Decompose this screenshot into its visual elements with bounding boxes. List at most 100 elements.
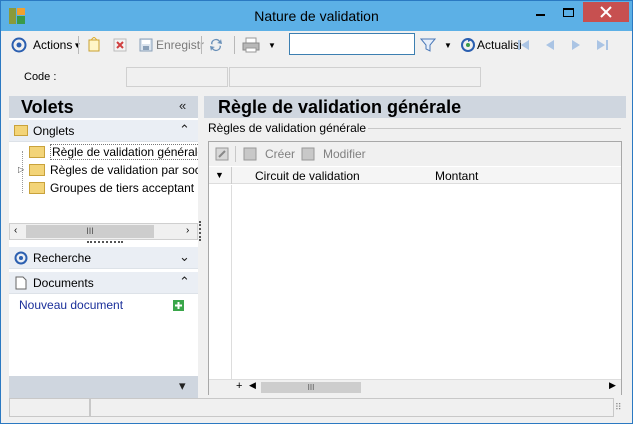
resize-grip-icon[interactable]: ⠿ xyxy=(615,402,622,413)
scroll-left-icon[interactable]: ‹ xyxy=(14,225,17,236)
create-icon xyxy=(243,147,257,161)
code-field[interactable] xyxy=(126,67,228,87)
column-header-montant[interactable]: Montant xyxy=(435,169,478,183)
column-header-circuit[interactable]: Circuit de validation xyxy=(255,169,360,183)
filter-dropdown-button[interactable]: ▼ xyxy=(444,35,452,55)
add-row-icon[interactable]: + xyxy=(236,380,242,392)
main-header: Règle de validation générale xyxy=(204,96,626,118)
actions-button[interactable]: Actions ▼ xyxy=(11,35,81,55)
documents-label: Documents xyxy=(33,276,94,290)
code-bar: Code : xyxy=(2,61,631,91)
recherche-label: Recherche xyxy=(33,251,92,265)
status-bar: ⠿ xyxy=(9,398,626,418)
tree-item-label: Règles de validation par soc xyxy=(50,162,198,177)
panel-splitter[interactable] xyxy=(199,221,203,241)
status-cell xyxy=(9,398,90,417)
close-icon xyxy=(600,6,612,18)
collapse-left-icon[interactable]: « xyxy=(179,98,186,113)
maximize-button[interactable] xyxy=(555,2,581,22)
code-description-field[interactable] xyxy=(229,67,481,87)
new-button[interactable] xyxy=(86,35,102,55)
toolbar-separator xyxy=(78,36,79,54)
chevron-down-double-icon[interactable]: ⌄ xyxy=(179,249,190,265)
grid-toolbar: Créer Modifier xyxy=(209,142,621,166)
last-record-button[interactable] xyxy=(595,35,609,55)
page-title: Règle de validation générale xyxy=(218,97,462,117)
maximize-icon xyxy=(562,7,574,17)
chevron-down-icon: ▼ xyxy=(444,40,452,50)
search-input[interactable] xyxy=(289,33,415,55)
close-button[interactable] xyxy=(583,2,629,22)
next-record-button[interactable] xyxy=(569,35,583,55)
first-record-icon xyxy=(518,40,529,50)
delete-icon xyxy=(113,38,127,52)
refresh-icon xyxy=(461,38,475,52)
modify-button[interactable]: Modifier xyxy=(301,146,366,162)
left-panel-footer: ▾ xyxy=(9,376,198,398)
tree-item-regles-par-societe[interactable]: Règles de validation par soc xyxy=(29,161,198,178)
printer-icon xyxy=(242,37,260,53)
minimize-button[interactable] xyxy=(527,2,553,22)
last-record-icon xyxy=(597,40,608,50)
documents-section-header[interactable]: Documents ⌃ xyxy=(9,272,198,294)
tree-item-regle-generale[interactable]: Règle de validation générale xyxy=(29,143,198,160)
scroll-thumb-grip: III xyxy=(86,226,94,236)
actions-label: Actions xyxy=(33,38,73,52)
chevron-down-icon[interactable]: ▾ xyxy=(179,378,186,394)
new-document-label: Nouveau document xyxy=(19,298,124,312)
grid-header-row: ▼ Circuit de validation Montant xyxy=(209,167,621,184)
print-button[interactable]: ▼ xyxy=(242,35,276,55)
scroll-thumb[interactable]: III xyxy=(26,225,154,238)
application-window: Nature de validation Actions ▼ Enregistr xyxy=(0,0,633,424)
title-bar[interactable]: Nature de validation xyxy=(1,1,632,31)
add-icon[interactable] xyxy=(173,300,184,311)
toolbar-separator xyxy=(201,36,202,54)
scroll-right-icon[interactable]: ▶ xyxy=(609,380,616,391)
grid-horizontal-scrollbar[interactable]: + ◀ III ▶ xyxy=(209,379,621,395)
refresh-label: Actualisi xyxy=(477,38,522,52)
tree-horizontal-scrollbar[interactable]: ‹ III › xyxy=(9,223,198,240)
scroll-left-icon[interactable]: ◀ xyxy=(249,380,256,391)
main-toolbar: Actions ▼ Enregistr ▼ ▼ xyxy=(2,31,631,59)
expand-icon[interactable]: ▷ xyxy=(18,165,24,174)
chevron-up-icon[interactable]: ⌃ xyxy=(179,274,190,290)
toolbar-separator xyxy=(234,36,235,54)
tree-item-label: Groupes de tiers acceptant l xyxy=(50,180,198,195)
new-document-icon xyxy=(88,37,100,52)
folder-icon xyxy=(29,145,45,158)
volets-header: Volets « xyxy=(9,96,198,118)
refresh-button[interactable]: Actualisi xyxy=(460,35,522,55)
recherche-section-header[interactable]: Recherche ⌄ xyxy=(9,247,198,269)
scroll-thumb[interactable]: III xyxy=(261,382,361,393)
main-panel: Règle de validation générale Règles de v… xyxy=(204,96,626,398)
create-button[interactable]: Créer xyxy=(243,146,295,162)
folder-icon xyxy=(29,181,45,194)
section-grip[interactable] xyxy=(87,241,123,243)
scroll-right-icon[interactable]: › xyxy=(186,225,189,236)
tree-item-groupes-tiers[interactable]: Groupes de tiers acceptant l xyxy=(29,179,198,196)
first-record-button[interactable] xyxy=(517,35,531,55)
previous-record-button[interactable] xyxy=(543,35,557,55)
save-button[interactable]: Enregistr xyxy=(138,35,204,55)
volets-title: Volets xyxy=(21,97,74,117)
status-cell xyxy=(90,398,614,417)
modify-icon xyxy=(301,147,315,161)
create-label: Créer xyxy=(265,147,296,161)
filter-funnel-icon xyxy=(420,38,436,52)
header-divider xyxy=(231,167,232,184)
new-document-link[interactable]: Nouveau document xyxy=(19,298,123,312)
chevron-up-icon[interactable]: ⌃ xyxy=(179,122,190,138)
onglets-section-header[interactable]: Onglets ⌃ xyxy=(9,120,198,142)
group-title: Règles de validation générale xyxy=(208,121,369,135)
previous-record-icon xyxy=(546,40,554,50)
sync-button[interactable] xyxy=(208,35,224,55)
actions-icon xyxy=(11,37,27,53)
folder-icon xyxy=(29,163,45,176)
filter-button[interactable] xyxy=(420,35,436,55)
next-record-icon xyxy=(572,40,580,50)
row-header-column xyxy=(231,185,232,379)
delete-button[interactable] xyxy=(112,35,128,55)
left-panel: Volets « Onglets ⌃ Règle de validation g… xyxy=(9,96,198,398)
grid-edit-icon[interactable] xyxy=(215,147,229,161)
rules-grid: Créer Modifier ▼ Circuit de validation M… xyxy=(208,141,622,395)
